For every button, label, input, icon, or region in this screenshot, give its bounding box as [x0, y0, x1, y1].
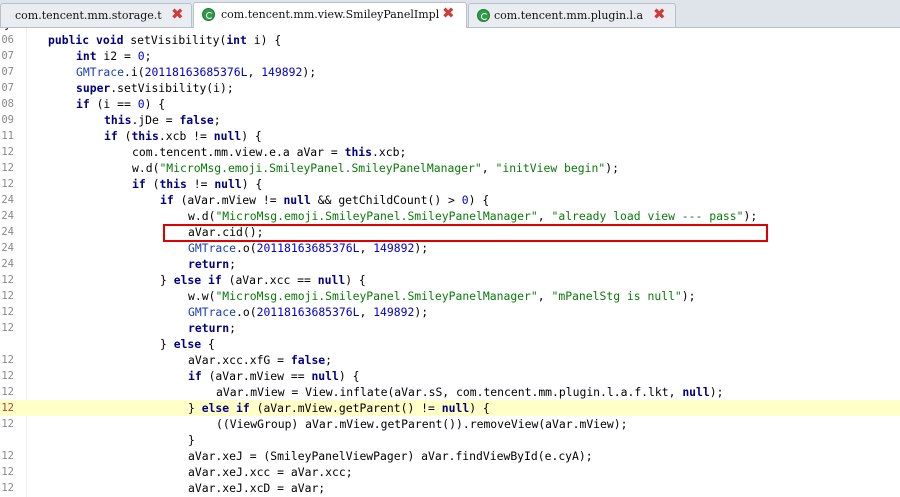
code-text: aVar.mView = View.inflate(aVar.sS, com.t…	[216, 385, 724, 399]
code-text: w.w("MicroMsg.emoji.SmileyPanel.SmileyPa…	[188, 289, 696, 303]
line-number: 12	[1, 354, 14, 366]
code-line: 11 if (this.xcb != null) {	[0, 128, 900, 144]
tab-smiley-panel-impl[interactable]: com.tencent.mm.view.SmileyPanelImpl ✖	[193, 2, 467, 28]
java-class-icon	[202, 8, 215, 21]
tab-label: com.tencent.mm.plugin.l.a	[494, 9, 644, 22]
code-line: 24 return;	[0, 256, 900, 272]
code-line-boxed: 24 w.d("MicroMsg.emoji.SmileyPanel.Smiley…	[0, 208, 900, 224]
code-text: if (this.xcb != null) {	[104, 129, 262, 143]
code-text: } else if (aVar.mView.getParent() != nul…	[188, 401, 490, 415]
code-line: 12 aVar.xeJ = (SmileyPanelViewPager) aVar…	[0, 448, 900, 464]
code-text: }	[188, 433, 195, 447]
line-number: 24	[1, 194, 14, 206]
code-line: 12 return;	[0, 320, 900, 336]
code-text: ((ViewGroup) aVar.mView.getParent()).rem…	[216, 417, 628, 431]
code-line: 12 com.tencent.mm.view.e.a aVar = this.xc…	[0, 144, 900, 160]
line-number: 24	[1, 258, 14, 270]
code-line: 07 int i2 = 0;	[0, 48, 900, 64]
line-number: 12	[1, 290, 14, 302]
code-line: 12 w.w("MicroMsg.emoji.SmileyPanel.Smiley…	[0, 288, 900, 304]
code-text: return;	[188, 321, 237, 335]
code-text: w.d("MicroMsg.emoji.SmileyPanel.SmileyPa…	[132, 161, 619, 175]
line-number: 12	[1, 482, 14, 494]
code-text: if (aVar.mView != null && getChildCount(…	[160, 193, 490, 207]
line-number: 12	[1, 178, 14, 190]
line-number: 12	[1, 322, 14, 334]
line-number: 12	[1, 162, 14, 174]
code-text: if (aVar.mView == null) {	[188, 369, 360, 383]
code-text: } else if (aVar.xcc == null) {	[160, 273, 366, 287]
highlight-annotation-box	[163, 224, 768, 242]
code-text: GMTrace.o(20118163685376L, 149892);	[188, 241, 429, 255]
code-line: 12 GMTrace.o(20118163685376L, 149892);	[0, 304, 900, 320]
tab-storage-t[interactable]: com.tencent.mm.storage.t ✖	[0, 3, 192, 27]
code-line: 12 aVar.xeJ.xcD = aVar;	[0, 480, 900, 496]
line-number: 12	[1, 386, 14, 398]
code-text: if (this != null) {	[132, 177, 263, 191]
line-number: 12	[1, 402, 14, 414]
code-line: 12 aVar.mView = View.inflate(aVar.sS, com…	[0, 384, 900, 400]
code-line: }	[0, 432, 900, 448]
line-number: 12	[1, 418, 14, 430]
line-number: 12	[1, 274, 14, 286]
line-number: 07	[1, 82, 14, 94]
code-line: 08 if (i == 0) {	[0, 96, 900, 112]
code-line: 12 if (aVar.mView == null) {	[0, 368, 900, 384]
code-text: public void setVisibility(int i) {	[48, 33, 282, 47]
line-number: 12	[1, 306, 14, 318]
code-text: w.d("MicroMsg.emoji.SmileyPanel.SmileyPa…	[188, 209, 758, 223]
code-line: 24 GMTrace.o(20118163685376L, 149892);	[0, 240, 900, 256]
close-tab-icon[interactable]: ✖	[171, 6, 184, 22]
code-line: 12 aVar.xcc.xfG = false;	[0, 352, 900, 368]
code-line: 07 GMTrace.i(20118163685376L, 149892);	[0, 64, 900, 80]
code-editor[interactable]: } 06 public void setVisibility(int i) { 07 i…	[0, 28, 900, 497]
code-text: aVar.xeJ.xcD = aVar;	[188, 481, 326, 495]
code-line: 12 } else if (aVar.xcc == null) {	[0, 272, 900, 288]
code-line: 07 super.setVisibility(i);	[0, 80, 900, 96]
code-text: } else {	[160, 337, 215, 351]
close-tab-icon[interactable]: ✖	[653, 6, 666, 22]
code-line: 06 public void setVisibility(int i) {	[0, 32, 900, 48]
java-class-icon	[477, 9, 490, 22]
editor-tab-bar: com.tencent.mm.storage.t ✖ com.tencent.m…	[0, 0, 900, 28]
code-line: 12 ((ViewGroup) aVar.mView.getParent()).r…	[0, 416, 900, 432]
code-line: 12 w.d("MicroMsg.emoji.SmileyPanel.Smiley…	[0, 160, 900, 176]
code-line: 12 aVar.xeJ.xcc = aVar.xcc;	[0, 464, 900, 480]
code-text: super.setVisibility(i);	[76, 81, 234, 95]
code-line: 12 if (this != null) {	[0, 176, 900, 192]
line-number: 09	[1, 114, 14, 126]
line-number: 12	[1, 370, 14, 382]
line-number: 07	[1, 66, 14, 78]
line-number: 24	[1, 242, 14, 254]
line-number: 12	[1, 466, 14, 478]
line-number: 07	[1, 50, 14, 62]
code-line: 09 this.jDe = false;	[0, 112, 900, 128]
code-text: aVar.xeJ.xcc = aVar.xcc;	[188, 465, 353, 479]
code-text: GMTrace.i(20118163685376L, 149892);	[76, 65, 317, 79]
code-text: if (i == 0) {	[76, 97, 166, 111]
code-line: 24 if (aVar.mView != null && getChildCoun…	[0, 192, 900, 208]
line-number: 12	[1, 450, 14, 462]
line-number: 12	[1, 146, 14, 158]
line-number: 08	[1, 98, 14, 110]
code-line: } else {	[0, 336, 900, 352]
code-text: GMTrace.o(20118163685376L, 149892);	[188, 305, 429, 319]
code-line: 12 } else if (aVar.mView.getParent() != n…	[0, 400, 900, 416]
close-tab-icon[interactable]: ✖	[442, 5, 455, 21]
code-text: return;	[188, 257, 237, 271]
line-number: 06	[1, 34, 14, 46]
tab-plugin-l-a[interactable]: com.tencent.mm.plugin.l.a ✖	[468, 3, 676, 27]
code-text: aVar.xcc.xfG = false;	[188, 353, 333, 367]
tab-label: com.tencent.mm.view.SmileyPanelImpl	[221, 8, 440, 21]
code-text: int i2 = 0;	[76, 49, 152, 63]
code-text: this.jDe = false;	[104, 113, 221, 127]
line-number: 24	[1, 210, 14, 222]
tab-label: com.tencent.mm.storage.t	[15, 9, 162, 22]
code-text: aVar.xeJ = (SmileyPanelViewPager) aVar.f…	[188, 449, 593, 463]
line-number: 11	[1, 130, 14, 142]
code-text: com.tencent.mm.view.e.a aVar = this.xcb;	[132, 145, 407, 159]
line-number: 24	[1, 226, 14, 238]
